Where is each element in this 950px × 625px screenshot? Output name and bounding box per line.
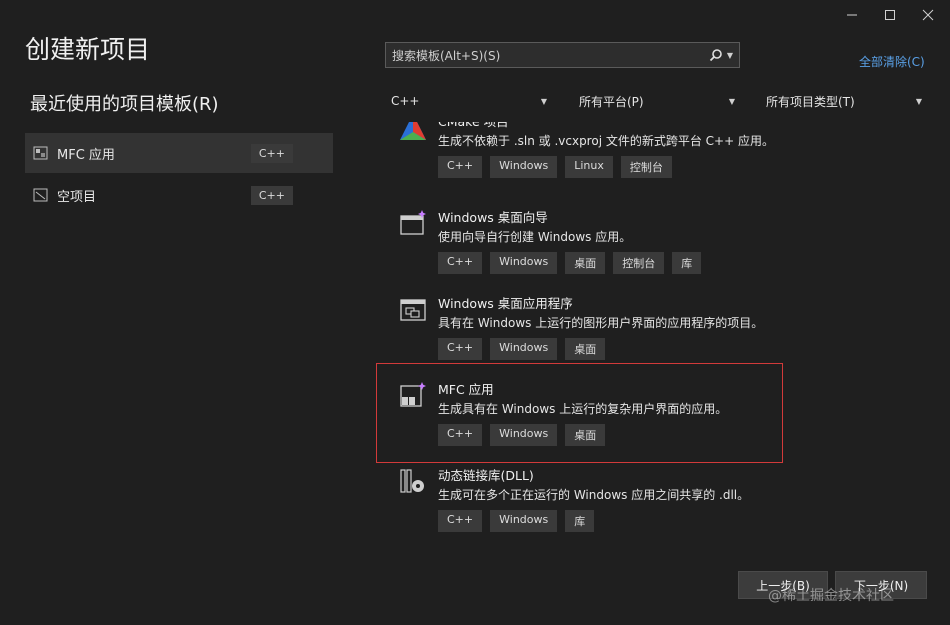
clear-all-link[interactable]: 全部清除(C)	[859, 53, 925, 70]
template-tag: C++	[438, 156, 483, 178]
search-input[interactable]: 搜索模板(Alt+S)(S) ▼	[385, 42, 740, 68]
template-tag: 库	[565, 510, 595, 532]
template-tag: Windows	[490, 510, 558, 532]
desktop-wizard-icon	[400, 210, 426, 235]
template-tag: 控制台	[613, 252, 665, 274]
recent-item-mfc-app[interactable]: MFC 应用 C++	[25, 133, 333, 173]
recent-item-empty-project[interactable]: 空项目 C++	[25, 175, 333, 215]
template-list[interactable]: CMake 项目 生成不依赖于 .sln 或 .vcxproj 文件的新式跨平台…	[376, 122, 796, 542]
desktop-application-icon	[400, 299, 426, 321]
language-filter-value: C++	[391, 94, 420, 108]
recent-item-label: 空项目	[57, 189, 97, 205]
template-tag: 桌面	[565, 252, 606, 274]
template-tag: Windows	[490, 338, 558, 360]
recent-templates-heading: 最近使用的项目模板(R)	[30, 94, 219, 115]
project-type-filter-dropdown[interactable]: 所有项目类型(T) ▼	[760, 90, 928, 112]
template-description: 生成不依赖于 .sln 或 .vcxproj 文件的新式跨平台 C++ 应用。	[438, 134, 774, 148]
template-tag: Windows	[490, 156, 558, 178]
template-name: 动态链接库(DLL)	[438, 468, 534, 483]
template-tag: 库	[672, 252, 702, 274]
platform-filter-dropdown[interactable]: 所有平台(P) ▼	[573, 90, 741, 112]
template-tag: C++	[438, 510, 483, 532]
selection-highlight	[376, 363, 783, 463]
minimize-icon[interactable]	[842, 5, 862, 25]
template-tag: C++	[438, 252, 483, 274]
recent-item-label: MFC 应用	[57, 147, 115, 163]
template-name: Windows 桌面应用程序	[438, 296, 573, 311]
page-title: 创建新项目	[25, 35, 151, 64]
cmake-icon	[400, 122, 426, 140]
maximize-icon[interactable]	[880, 5, 900, 25]
template-tag: Linux	[565, 156, 613, 178]
template-tag: 桌面	[565, 338, 606, 360]
template-name: CMake 项目	[438, 122, 509, 130]
chevron-down-icon: ▼	[540, 96, 547, 106]
template-windows-desktop-application[interactable]: Windows 桌面应用程序 具有在 Windows 上运行的图形用户界面的应用…	[376, 288, 796, 368]
chevron-down-icon: ▼	[915, 96, 922, 106]
platform-filter-value: 所有平台(P)	[579, 94, 644, 109]
template-windows-desktop-wizard[interactable]: Windows 桌面向导 使用向导自行创建 Windows 应用。 C++ Wi…	[376, 202, 796, 282]
language-badge: C++	[250, 143, 293, 163]
template-tag: 控制台	[620, 156, 672, 178]
dll-icon	[400, 469, 424, 493]
chevron-down-icon: ▼	[728, 96, 735, 106]
mfc-app-icon	[33, 146, 48, 160]
template-name: Windows 桌面向导	[438, 210, 548, 225]
chevron-down-icon[interactable]: ▼	[727, 51, 733, 60]
search-icon[interactable]	[709, 48, 723, 62]
language-badge: C++	[250, 185, 293, 205]
empty-project-icon	[33, 188, 48, 202]
project-type-filter-value: 所有项目类型(T)	[766, 94, 855, 109]
template-tag: Windows	[490, 252, 558, 274]
template-cmake-project[interactable]: CMake 项目 生成不依赖于 .sln 或 .vcxproj 文件的新式跨平台…	[376, 122, 796, 186]
template-dll[interactable]: 动态链接库(DLL) 生成可在多个正在运行的 Windows 应用之间共享的 .…	[376, 460, 796, 540]
close-icon[interactable]	[918, 5, 938, 25]
template-description: 使用向导自行创建 Windows 应用。	[438, 230, 632, 244]
template-description: 生成可在多个正在运行的 Windows 应用之间共享的 .dll。	[438, 488, 750, 502]
search-placeholder: 搜索模板(Alt+S)(S)	[392, 48, 501, 63]
language-filter-dropdown[interactable]: C++ ▼	[385, 90, 553, 112]
template-tag: C++	[438, 338, 483, 360]
watermark: @稀土掘金技术社区	[768, 588, 894, 604]
template-description: 具有在 Windows 上运行的图形用户界面的应用程序的项目。	[438, 316, 764, 330]
